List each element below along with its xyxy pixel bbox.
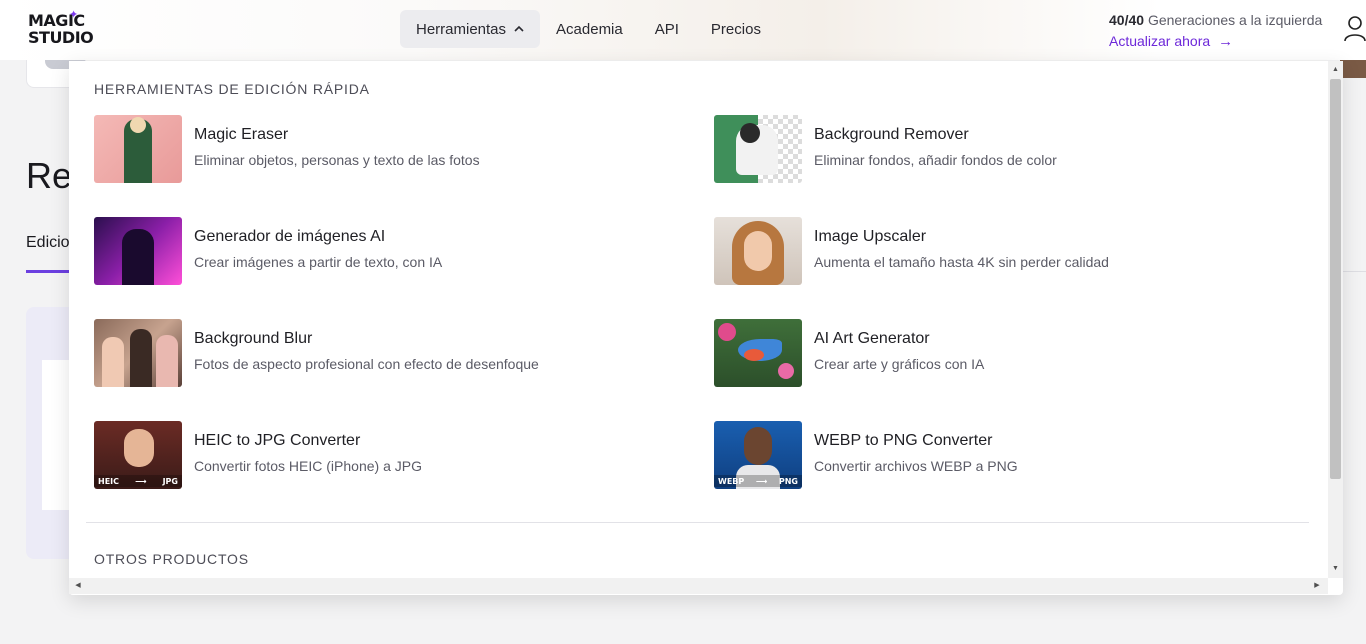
upgrade-link[interactable]: Actualizar ahora → bbox=[1109, 33, 1233, 50]
magic-eraser-thumbnail bbox=[94, 115, 182, 183]
logo-line-2: STUDIO bbox=[28, 28, 94, 47]
webp-from-label: WEBP bbox=[718, 476, 745, 486]
ai-art-generator-thumbnail bbox=[714, 319, 802, 387]
tool-background-remover[interactable]: Background Remover Eliminar fondos, añad… bbox=[714, 115, 1274, 183]
logo-line-1: MAGIC bbox=[28, 11, 85, 30]
tool-webp-to-png[interactable]: WEBP ⟶ PNG WEBP to PNG Converter Convert… bbox=[714, 421, 1274, 489]
tool-title: HEIC to JPG Converter bbox=[194, 432, 361, 449]
upload-card-inner bbox=[42, 360, 72, 510]
section-title-quick-tools: HERRAMIENTAS DE EDICIÓN RÁPIDA bbox=[94, 81, 370, 97]
tool-title: AI Art Generator bbox=[814, 330, 930, 347]
vertical-scrollbar[interactable]: ▲ ▼ bbox=[1328, 61, 1343, 578]
tool-magic-eraser[interactable]: Magic Eraser Eliminar objetos, personas … bbox=[94, 115, 654, 183]
vertical-scroll-thumb[interactable] bbox=[1330, 79, 1341, 479]
nav-api[interactable]: API bbox=[639, 10, 695, 48]
tools-dropdown: HERRAMIENTAS DE EDICIÓN RÁPIDA Magic Era… bbox=[69, 61, 1343, 595]
scroll-left-icon[interactable]: ◀ bbox=[71, 578, 85, 594]
upgrade-label: Actualizar ahora bbox=[1109, 33, 1211, 49]
arrow-right-icon: → bbox=[1218, 33, 1234, 50]
sparkle-icon: ✦ bbox=[69, 8, 78, 21]
tab-editing[interactable]: Edicio bbox=[26, 234, 70, 252]
nav-pricing[interactable]: Precios bbox=[695, 10, 777, 48]
user-icon[interactable] bbox=[1344, 14, 1366, 42]
heic-to-jpg-thumbnail: HEIC ⟶ JPG bbox=[94, 421, 182, 489]
section-divider bbox=[86, 522, 1309, 523]
tool-title: Image Upscaler bbox=[814, 228, 927, 245]
background-image-edge bbox=[1340, 58, 1366, 78]
tool-description: Convertir fotos HEIC (iPhone) a JPG bbox=[194, 458, 422, 474]
arrow-right-icon: ⟶ bbox=[755, 476, 768, 486]
tool-title: Magic Eraser bbox=[194, 126, 289, 143]
ai-image-generator-thumbnail bbox=[94, 217, 182, 285]
chevron-up-icon bbox=[514, 21, 524, 35]
tool-description: Eliminar objetos, personas y texto de la… bbox=[194, 152, 480, 168]
nav-academy[interactable]: Academia bbox=[540, 10, 639, 48]
scroll-down-icon[interactable]: ▼ bbox=[1328, 562, 1343, 576]
nav-tools-label: Herramientas bbox=[416, 20, 507, 38]
tool-image-upscaler[interactable]: Image Upscaler Aumenta el tamaño hasta 4… bbox=[714, 217, 1274, 285]
scroll-right-icon[interactable]: ▶ bbox=[1310, 578, 1324, 594]
background-remover-thumbnail bbox=[714, 115, 802, 183]
tool-description: Crear imágenes a partir de texto, con IA bbox=[194, 254, 443, 270]
webp-to-label: PNG bbox=[778, 476, 798, 486]
generations-text: Generaciones a la izquierda bbox=[1147, 12, 1323, 28]
tool-description: Convertir archivos WEBP a PNG bbox=[814, 458, 1018, 474]
tool-ai-art-generator[interactable]: AI Art Generator Crear arte y gráficos c… bbox=[714, 319, 1274, 387]
tool-title: WEBP to PNG Converter bbox=[814, 432, 993, 449]
arrow-right-icon: ⟶ bbox=[135, 476, 147, 486]
tool-description: Crear arte y gráficos con IA bbox=[814, 356, 985, 372]
generations-remaining: 40/40 Generaciones a la izquierda bbox=[1109, 12, 1322, 28]
generations-count: 40/40 bbox=[1109, 12, 1145, 28]
section-title-other-products: OTROS PRODUCTOS bbox=[94, 551, 249, 567]
image-upscaler-thumbnail bbox=[714, 217, 802, 285]
tool-ai-image-generator[interactable]: Generador de imágenes AI Crear imágenes … bbox=[94, 217, 654, 285]
nav-tools[interactable]: Herramientas bbox=[400, 10, 541, 48]
tool-title: Background Blur bbox=[194, 330, 313, 347]
horizontal-scrollbar[interactable]: ◀ ▶ bbox=[69, 578, 1328, 594]
magic-studio-logo[interactable]: MAGIC STUDIO ✦ bbox=[28, 8, 94, 50]
tool-background-blur[interactable]: Background Blur Fotos de aspecto profesi… bbox=[94, 319, 654, 387]
tab-active-underline bbox=[26, 270, 70, 273]
tool-description: Fotos de aspecto profesional con efecto … bbox=[194, 356, 539, 372]
scroll-up-icon[interactable]: ▲ bbox=[1328, 63, 1343, 77]
top-header: MAGIC STUDIO ✦ Herramientas Academia API… bbox=[0, 0, 1366, 60]
tool-heic-to-jpg[interactable]: HEIC ⟶ JPG HEIC to JPG Converter Convert… bbox=[94, 421, 654, 489]
tool-description: Aumenta el tamaño hasta 4K sin perder ca… bbox=[814, 254, 1109, 270]
main-nav: Herramientas Academia API Precios bbox=[400, 10, 777, 48]
heic-to-label: JPG bbox=[162, 476, 178, 486]
webp-to-png-thumbnail: WEBP ⟶ PNG bbox=[714, 421, 802, 489]
tool-title: Generador de imágenes AI bbox=[194, 228, 386, 245]
tool-title: Background Remover bbox=[814, 126, 969, 143]
heic-from-label: HEIC bbox=[98, 476, 120, 486]
tool-description: Eliminar fondos, añadir fondos de color bbox=[814, 152, 1057, 168]
background-blur-thumbnail bbox=[94, 319, 182, 387]
